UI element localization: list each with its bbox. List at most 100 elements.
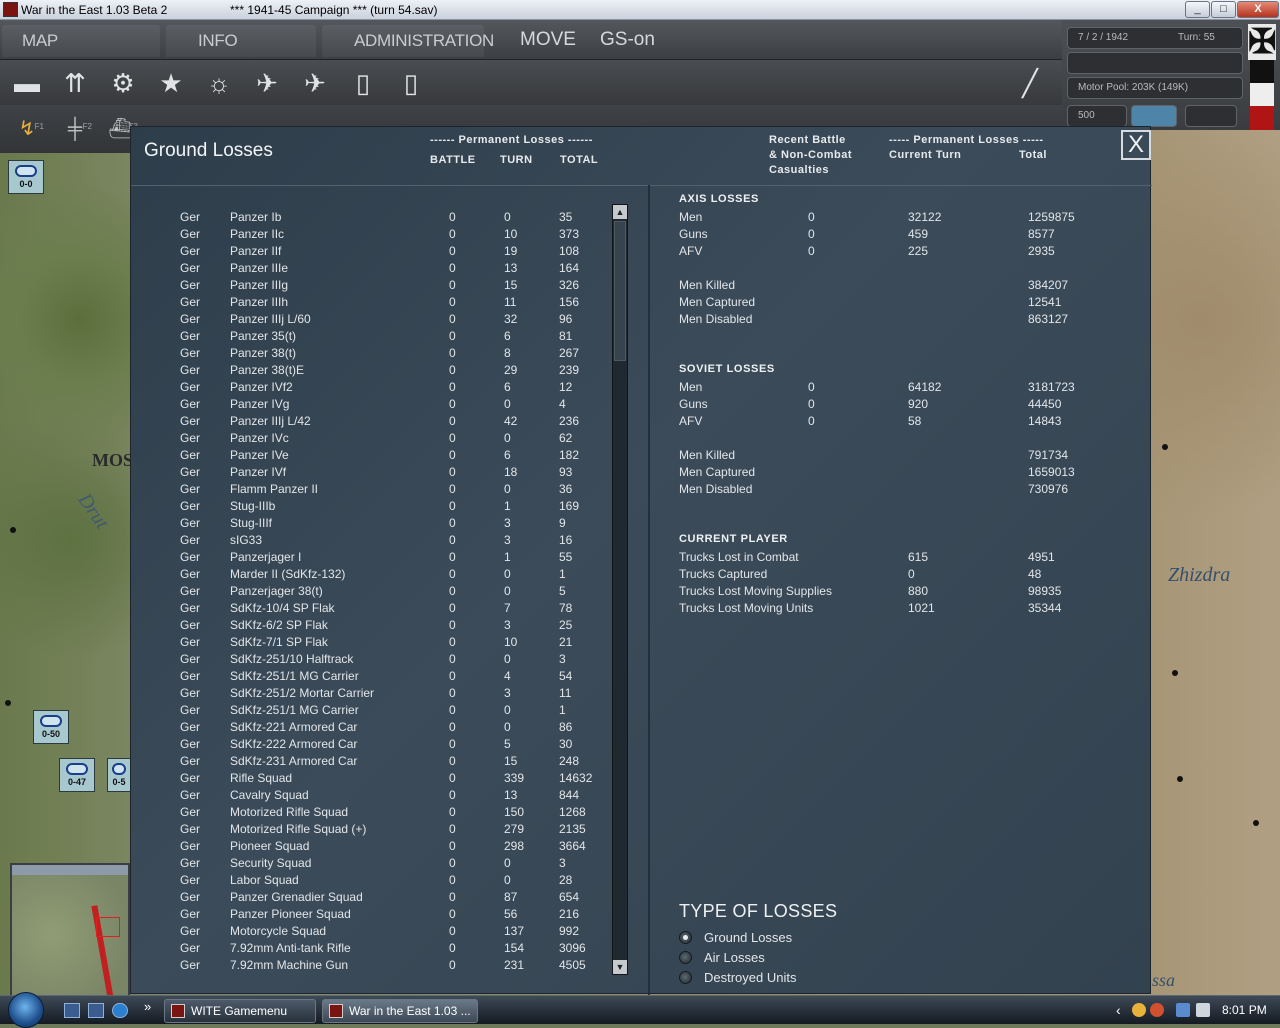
table-row[interactable]: Ger Panzer Pioneer Squad 0 56 216 bbox=[179, 906, 619, 923]
air-mission-icon[interactable]: ✈ bbox=[297, 65, 333, 101]
table-row[interactable]: Ger SdKfz-231 Armored Car 0 15 248 bbox=[179, 753, 619, 770]
table-row[interactable]: Ger SdKfz-7/1 SP Flak 0 10 21 bbox=[179, 634, 619, 651]
table-row[interactable]: Ger SdKfz-251/1 MG Carrier 0 4 54 bbox=[179, 668, 619, 685]
table-row[interactable]: Ger Labor Squad 0 0 28 bbox=[179, 872, 619, 889]
tab-map-information[interactable]: MAP INFORMATION bbox=[2, 25, 160, 82]
table-row[interactable]: Ger Panzer 35(t) 0 6 81 bbox=[179, 328, 619, 345]
unit-counter[interactable]: 0-50 bbox=[33, 710, 69, 744]
table-row[interactable]: Ger Panzer IIIj L/42 0 42 236 bbox=[179, 413, 619, 430]
scroll-thumb[interactable] bbox=[614, 221, 626, 361]
window-close-button[interactable]: X bbox=[1237, 1, 1279, 18]
window-titlebar[interactable]: War in the East 1.03 Beta 2 *** 1941-45 … bbox=[0, 0, 1280, 20]
turn-loss-cell: 0 bbox=[504, 856, 511, 870]
unit-counter[interactable]: 0-0 bbox=[8, 160, 44, 194]
table-row[interactable]: Ger Panzerjager 38(t) 0 0 5 bbox=[179, 583, 619, 600]
table-row[interactable]: Ger Security Squad 0 0 3 bbox=[179, 855, 619, 872]
table-row[interactable]: Ger Cavalry Squad 0 13 844 bbox=[179, 787, 619, 804]
table-row[interactable]: Ger Stug-IIIb 0 1 169 bbox=[179, 498, 619, 515]
table-row[interactable]: Ger Stug-IIIf 0 3 9 bbox=[179, 515, 619, 532]
table-row[interactable]: Ger Panzer IVc 0 0 62 bbox=[179, 430, 619, 447]
turn-loss-cell: 1 bbox=[504, 550, 511, 564]
table-row[interactable]: Ger Panzer IIIj L/60 0 32 96 bbox=[179, 311, 619, 328]
minimap-viewport[interactable] bbox=[96, 917, 120, 937]
table-row[interactable]: Ger Panzer 38(t)E 0 29 239 bbox=[179, 362, 619, 379]
radio-dot[interactable] bbox=[679, 971, 692, 984]
supply-icon[interactable]: ▯ bbox=[393, 65, 429, 101]
battle-loss-cell: 0 bbox=[449, 465, 456, 479]
taskbar-item-gamemenu[interactable]: WITE Gamemenu bbox=[164, 999, 316, 1023]
table-row[interactable]: Ger Panzer 38(t) 0 8 267 bbox=[179, 345, 619, 362]
table-row[interactable]: Ger SdKfz-222 Armored Car 0 5 30 bbox=[179, 736, 619, 753]
unit-counter[interactable]: 0-47 bbox=[59, 758, 95, 792]
volume-icon[interactable] bbox=[1196, 1003, 1210, 1017]
table-row[interactable]: Ger Motorized Rifle Squad (+) 0 279 2135 bbox=[179, 821, 619, 838]
table-row[interactable]: Ger Panzer Ib 0 0 35 bbox=[179, 209, 619, 226]
switch-windows-icon[interactable] bbox=[88, 1003, 104, 1018]
table-row[interactable]: Ger 7.92mm Anti-tank Rifle 0 154 3096 bbox=[179, 940, 619, 957]
maximize-button[interactable]: □ bbox=[1211, 1, 1236, 18]
unit-counter[interactable]: 0-5 bbox=[107, 758, 131, 792]
table-row[interactable]: Ger Panzer IIIh 0 11 156 bbox=[179, 294, 619, 311]
taskbar-clock[interactable]: 8:01 PM bbox=[1222, 1003, 1267, 1017]
tray-expand-icon[interactable]: ‹ bbox=[1116, 1002, 1121, 1018]
table-row[interactable]: Ger Panzer IVf 0 18 93 bbox=[179, 464, 619, 481]
tray-app-icon[interactable] bbox=[1132, 1003, 1146, 1017]
move-mode-icon[interactable]: ↯ F1 bbox=[9, 112, 45, 146]
table-scrollbar[interactable]: ▲ ▼ bbox=[612, 204, 628, 975]
table-row[interactable]: Ger Marder II (SdKfz-132) 0 0 1 bbox=[179, 566, 619, 583]
quicklaunch-chevron-icon[interactable]: » bbox=[144, 999, 151, 1014]
close-dialog-button[interactable]: X bbox=[1121, 130, 1151, 160]
scroll-down-icon[interactable]: ▼ bbox=[613, 960, 627, 974]
table-row[interactable]: Ger Flamm Panzer II 0 0 36 bbox=[179, 481, 619, 498]
turn-loss-cell: 10 bbox=[504, 227, 518, 241]
browser-icon[interactable] bbox=[112, 1003, 128, 1018]
table-row[interactable]: Ger Motorized Rifle Squad 0 150 1268 bbox=[179, 804, 619, 821]
gs-mode-toggle[interactable]: GS-on bbox=[600, 29, 655, 51]
radio-label: Ground Losses bbox=[704, 930, 793, 945]
table-row[interactable]: Ger Panzer IVe 0 6 182 bbox=[179, 447, 619, 464]
table-row[interactable]: Ger Panzer IIf 0 19 108 bbox=[179, 243, 619, 260]
tab-administration[interactable]: ADMINISTRATION bbox=[322, 25, 494, 57]
network-icon[interactable] bbox=[1176, 1003, 1190, 1017]
table-row[interactable]: Ger Motorcycle Squad 0 137 992 bbox=[179, 923, 619, 940]
weather-icon[interactable]: ☼ bbox=[201, 65, 237, 101]
tank-icon[interactable]: ▬ bbox=[9, 65, 45, 101]
table-row[interactable]: Ger 7.92mm Machine Gun 0 231 4505 bbox=[179, 957, 619, 974]
rail-icon[interactable]: ▯ bbox=[345, 65, 381, 101]
air-icon[interactable]: ✈ bbox=[249, 65, 285, 101]
pencil-icon[interactable]: ╱ bbox=[1012, 65, 1048, 101]
table-row[interactable]: Ger SdKfz-251/10 Halftrack 0 0 3 bbox=[179, 651, 619, 668]
security-icon[interactable] bbox=[1150, 1003, 1164, 1017]
radio-dot[interactable] bbox=[679, 951, 692, 964]
table-row[interactable]: Ger Panzer IIIe 0 13 164 bbox=[179, 260, 619, 277]
scroll-up-icon[interactable]: ▲ bbox=[613, 205, 627, 219]
table-row[interactable]: Ger Panzer IVf2 0 6 12 bbox=[179, 379, 619, 396]
total-loss-cell: 654 bbox=[559, 890, 580, 904]
radio-dot[interactable] bbox=[679, 931, 692, 944]
table-row[interactable]: Ger SdKfz-10/4 SP Flak 0 7 78 bbox=[179, 600, 619, 617]
table-row[interactable]: Ger Panzer IVg 0 0 4 bbox=[179, 396, 619, 413]
tab-info-screens[interactable]: INFO SCREENS bbox=[166, 25, 316, 82]
table-row[interactable]: Ger SdKfz-251/1 MG Carrier 0 0 1 bbox=[179, 702, 619, 719]
units-icon[interactable]: ⇈ bbox=[57, 65, 93, 101]
table-row[interactable]: Ger SdKfz-6/2 SP Flak 0 3 25 bbox=[179, 617, 619, 634]
taskbar-item-game[interactable]: War in the East 1.03 ... bbox=[322, 999, 478, 1023]
gear-icon[interactable]: ⚙ bbox=[105, 65, 141, 101]
table-row[interactable]: Ger Panzer IIIg 0 15 326 bbox=[179, 277, 619, 294]
rail-mode-icon[interactable]: ╪ F2 bbox=[57, 112, 93, 146]
table-row[interactable]: Ger Panzerjager I 0 1 55 bbox=[179, 549, 619, 566]
show-desktop-icon[interactable] bbox=[64, 1003, 80, 1018]
star-icon[interactable]: ★ bbox=[153, 65, 189, 101]
table-row[interactable]: Ger sIG33 0 3 16 bbox=[179, 532, 619, 549]
minimap[interactable] bbox=[10, 863, 130, 1013]
table-row[interactable]: Ger SdKfz-251/2 Mortar Carrier 0 3 11 bbox=[179, 685, 619, 702]
battle-loss-cell: 0 bbox=[449, 533, 456, 547]
table-row[interactable]: Ger Pioneer Squad 0 298 3664 bbox=[179, 838, 619, 855]
start-button[interactable] bbox=[8, 992, 44, 1028]
soviet-guns-total: 44450 bbox=[1028, 397, 1062, 411]
table-row[interactable]: Ger Panzer Grenadier Squad 0 87 654 bbox=[179, 889, 619, 906]
table-row[interactable]: Ger Panzer IIc 0 10 373 bbox=[179, 226, 619, 243]
table-row[interactable]: Ger SdKfz-221 Armored Car 0 0 86 bbox=[179, 719, 619, 736]
table-row[interactable]: Ger Rifle Squad 0 339 14632 bbox=[179, 770, 619, 787]
minimize-button[interactable]: _ bbox=[1185, 1, 1210, 18]
